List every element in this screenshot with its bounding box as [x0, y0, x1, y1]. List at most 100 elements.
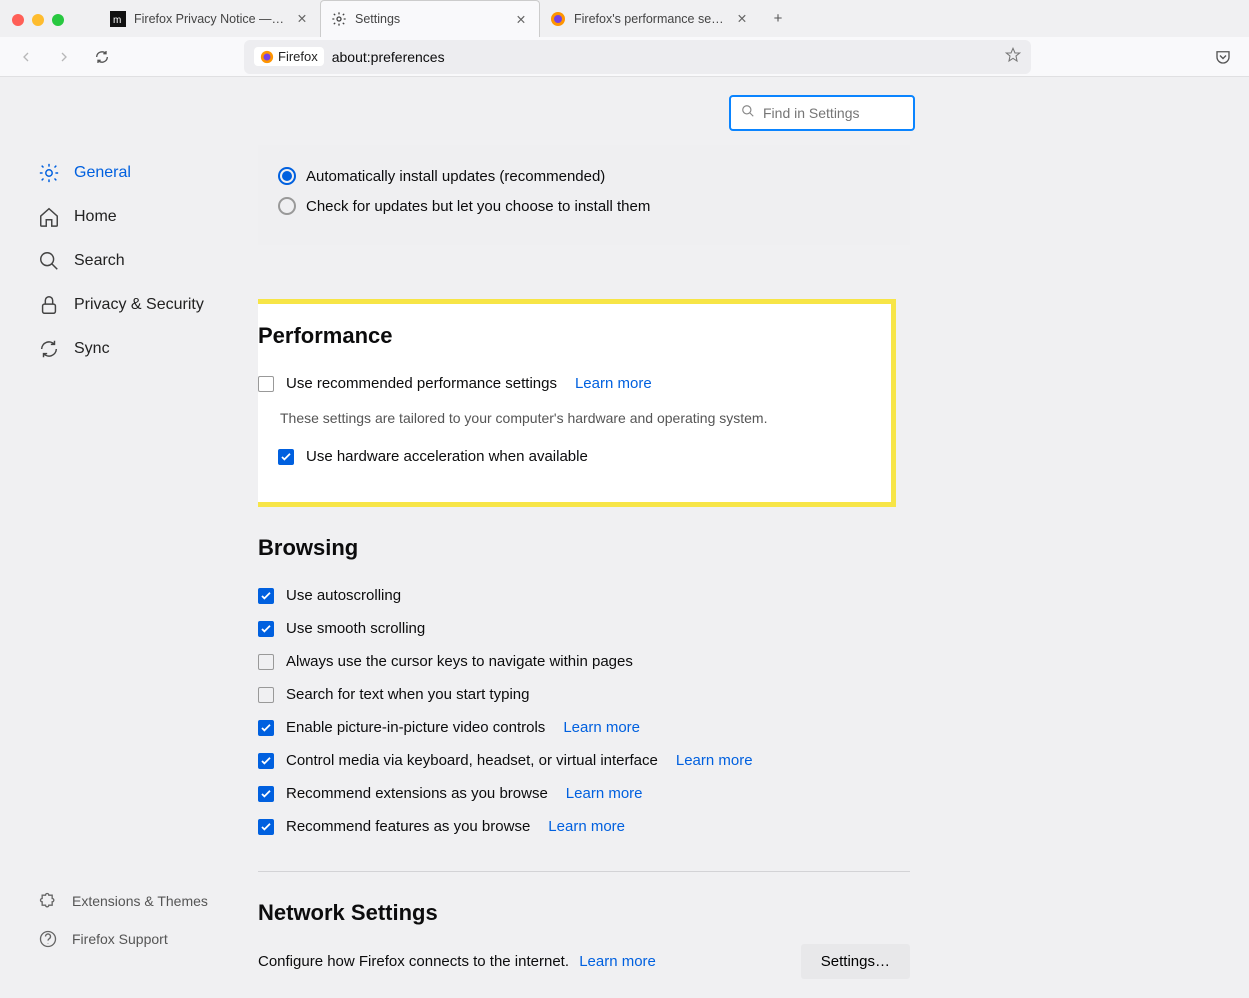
browsing-title: Browsing [258, 535, 910, 561]
checkbox-label: Control media via keyboard, headset, or … [286, 752, 658, 769]
bookmark-star-icon[interactable] [1005, 47, 1021, 66]
network-settings-button[interactable]: Settings… [801, 944, 910, 979]
url-text: about:preferences [332, 49, 997, 65]
gear-icon [331, 11, 347, 27]
perf-recommended-checkbox-row[interactable]: Use recommended performance settings Lea… [258, 367, 866, 400]
radio-label: Automatically install updates (recommend… [306, 168, 605, 185]
forward-button[interactable] [48, 41, 80, 73]
tab-privacy-notice[interactable]: m Firefox Privacy Notice — Mozilla ✕ [100, 0, 320, 37]
sidebar-label: Home [74, 208, 117, 226]
learn-more-link[interactable]: Learn more [563, 719, 640, 736]
learn-more-link[interactable]: Learn more [676, 752, 753, 769]
learn-more-link[interactable]: Learn more [579, 953, 656, 970]
sidebar-item-privacy[interactable]: Privacy & Security [28, 283, 238, 327]
browsing-checkbox-row[interactable]: Use autoscrolling [258, 579, 910, 612]
back-button[interactable] [10, 41, 42, 73]
sidebar-label: General [74, 164, 131, 182]
close-tab-icon[interactable]: ✕ [734, 11, 750, 27]
perf-hint-text: These settings are tailored to your comp… [280, 410, 866, 426]
updates-section: Automatically install updates (recommend… [258, 145, 910, 245]
browsing-checkbox-row[interactable]: Search for text when you start typing [258, 678, 910, 711]
sidebar-label: Search [74, 252, 125, 270]
close-tab-icon[interactable]: ✕ [294, 11, 310, 27]
tab-bar: m Firefox Privacy Notice — Mozilla ✕ Set… [0, 0, 1249, 37]
browsing-checkbox-row[interactable]: Recommend extensions as you browseLearn … [258, 777, 910, 810]
sidebar-item-search[interactable]: Search [28, 239, 238, 283]
tab-performance-help[interactable]: Firefox's performance settings ✕ [540, 0, 760, 37]
reload-button[interactable] [86, 41, 118, 73]
sidebar-item-home[interactable]: Home [28, 195, 238, 239]
section-divider [258, 871, 910, 872]
firefox-favicon [550, 11, 566, 27]
close-window-button[interactable] [12, 14, 24, 26]
checkbox-label: Always use the cursor keys to navigate w… [286, 653, 633, 670]
settings-content: Automatically install updates (recommend… [258, 77, 1229, 998]
maximize-window-button[interactable] [52, 14, 64, 26]
puzzle-icon [38, 891, 58, 911]
home-icon [38, 206, 60, 228]
learn-more-link[interactable]: Learn more [566, 785, 643, 802]
checkbox-checked-icon [258, 819, 274, 835]
sidebar-label: Privacy & Security [74, 296, 204, 314]
radio-checked-icon [278, 167, 296, 185]
lock-icon [38, 294, 60, 316]
url-badge-text: Firefox [278, 49, 318, 64]
perf-hwaccel-checkbox-row[interactable]: Use hardware acceleration when available [278, 440, 866, 473]
new-tab-button[interactable]: + [760, 0, 796, 37]
browsing-checkbox-row[interactable]: Recommend features as you browse Learn mo… [258, 810, 910, 843]
checkbox-label: Use smooth scrolling [286, 620, 425, 637]
performance-title: Performance [258, 323, 866, 349]
sidebar-bottom-label: Firefox Support [72, 931, 168, 947]
checkbox-checked-icon [258, 786, 274, 802]
url-bar[interactable]: Firefox about:preferences [244, 40, 1031, 74]
gear-icon [38, 162, 60, 184]
tab-label: Settings [355, 12, 505, 26]
sidebar-item-sync[interactable]: Sync [28, 327, 238, 371]
learn-more-link[interactable]: Learn more [548, 818, 625, 835]
checkbox-checked-icon [258, 621, 274, 637]
checkbox-checked-icon [278, 449, 294, 465]
browsing-checkbox-row[interactable]: Control media via keyboard, headset, or … [258, 744, 910, 777]
checkbox-label: Recommend features as you browse [286, 818, 530, 835]
checkbox-label: Enable picture-in-picture video controls [286, 719, 545, 736]
checkbox-checked-icon [258, 753, 274, 769]
sidebar-label: Sync [74, 340, 110, 358]
tab-label: Firefox Privacy Notice — Mozilla [134, 12, 286, 26]
checkbox-unchecked-icon [258, 376, 274, 392]
sync-icon [38, 338, 60, 360]
sidebar-firefox-support[interactable]: Firefox Support [38, 920, 208, 958]
mozilla-favicon: m [110, 11, 126, 27]
window-controls [12, 14, 64, 26]
radio-unchecked-icon [278, 197, 296, 215]
checkbox-checked-icon [258, 720, 274, 736]
browsing-section: Browsing Use autoscrolling Use smooth scr… [258, 535, 910, 843]
url-identity-badge[interactable]: Firefox [254, 47, 324, 66]
checkbox-label: Use hardware acceleration when available [306, 448, 588, 465]
sidebar-bottom-label: Extensions & Themes [72, 893, 208, 909]
settings-sidebar: General Home Search Privacy & Security S… [28, 151, 238, 371]
browsing-checkbox-row[interactable]: Always use the cursor keys to navigate w… [258, 645, 910, 678]
sidebar-extensions-themes[interactable]: Extensions & Themes [38, 882, 208, 920]
svg-text:m: m [113, 15, 121, 26]
search-icon [38, 250, 60, 272]
help-icon [38, 929, 58, 949]
pocket-icon[interactable] [1207, 41, 1239, 73]
radio-label: Check for updates but let you choose to … [306, 198, 650, 215]
radio-check-updates[interactable]: Check for updates but let you choose to … [278, 191, 890, 221]
network-section: Network Settings Configure how Firefox c… [258, 900, 910, 979]
close-tab-icon[interactable]: ✕ [513, 11, 529, 27]
checkbox-label: Use autoscrolling [286, 587, 401, 604]
browsing-checkbox-row[interactable]: Enable picture-in-picture video controls… [258, 711, 910, 744]
checkbox-label: Use recommended performance settings [286, 375, 557, 392]
sidebar-bottom-links: Extensions & Themes Firefox Support [38, 882, 208, 958]
sidebar-item-general[interactable]: General [28, 151, 238, 195]
minimize-window-button[interactable] [32, 14, 44, 26]
browsing-checkbox-row[interactable]: Use smooth scrolling [258, 612, 910, 645]
tab-label: Firefox's performance settings [574, 12, 726, 26]
radio-auto-updates[interactable]: Automatically install updates (recommend… [278, 161, 890, 191]
checkbox-unchecked-icon [258, 687, 274, 703]
tab-settings[interactable]: Settings ✕ [320, 0, 540, 37]
checkbox-checked-icon [258, 588, 274, 604]
learn-more-link[interactable]: Learn more [575, 375, 652, 392]
network-desc: Configure how Firefox connects to the in… [258, 953, 569, 970]
